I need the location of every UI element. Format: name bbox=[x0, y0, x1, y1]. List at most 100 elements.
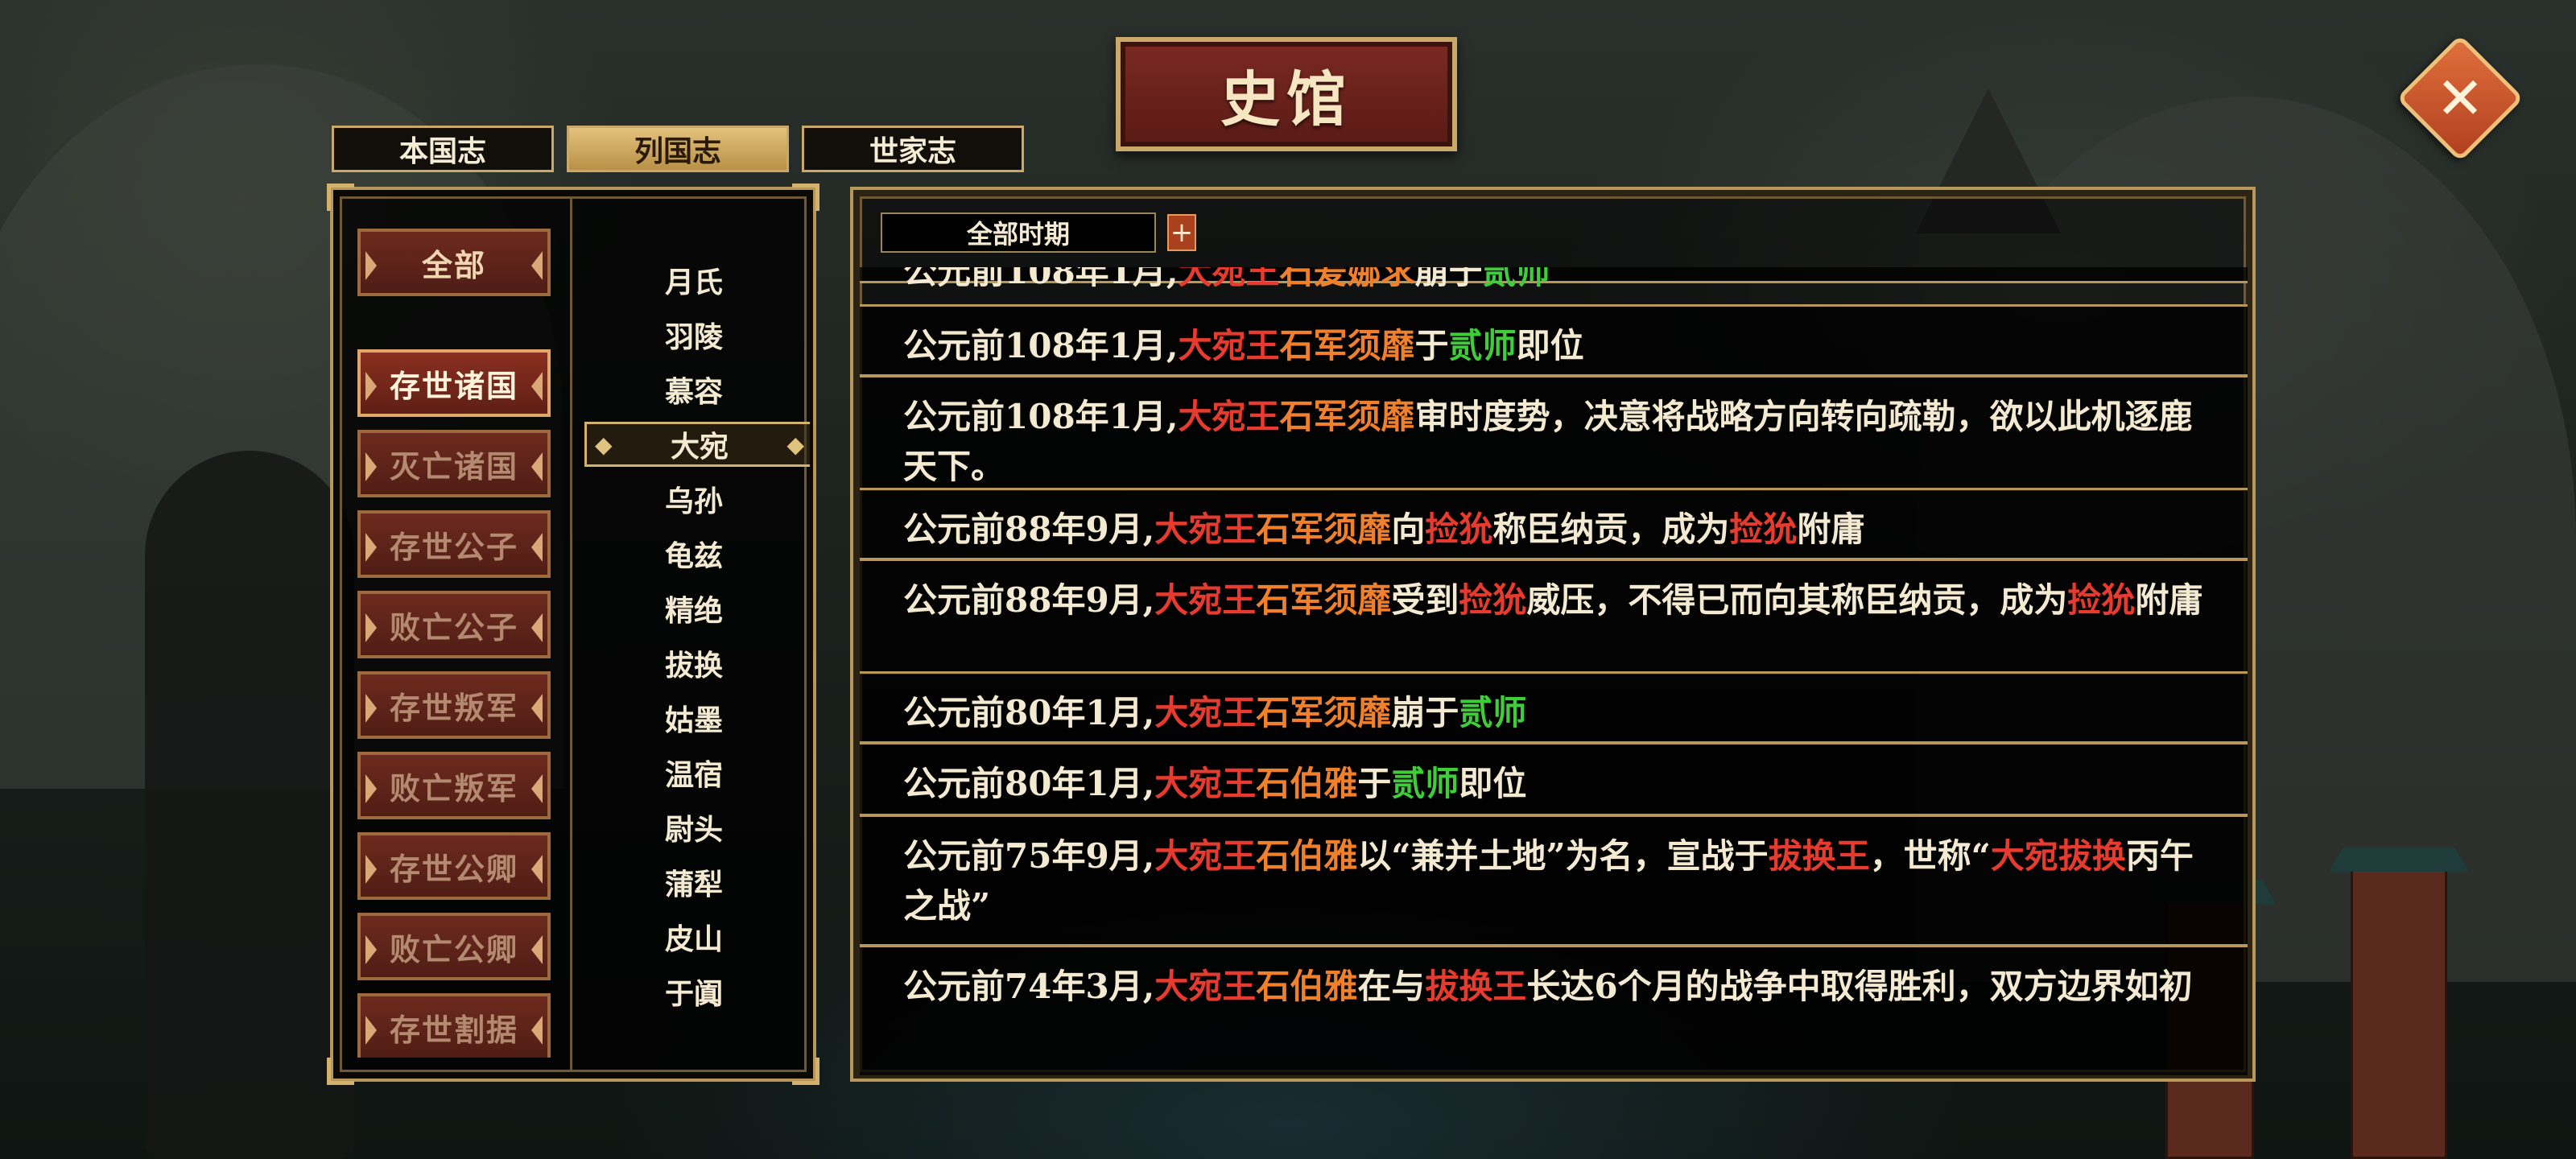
nation-item[interactable]: 拔换 bbox=[578, 639, 810, 687]
history-record: 公元前75年9月,大宛王石伯雅以“兼并土地”为名，宣战于拔换王，世称“大宛拔换丙… bbox=[860, 815, 2248, 947]
record-segment: 石爰娜求 bbox=[1279, 267, 1415, 291]
record-segment: 捡狁 bbox=[1729, 509, 1798, 549]
record-segment: 贰师 bbox=[1482, 267, 1550, 291]
record-segment: 向 bbox=[1391, 509, 1426, 549]
record-segment: 大宛王 bbox=[1154, 967, 1257, 1006]
record-segment: 石军须靡 bbox=[1279, 397, 1415, 436]
nation-item[interactable]: 皮山 bbox=[578, 913, 810, 961]
record-segment: 公元前80年1月, bbox=[903, 764, 1155, 803]
record-segment: 大宛王 bbox=[1154, 764, 1257, 803]
tab-bar: 本国志 列国志 世家志 bbox=[332, 126, 1024, 172]
record-segment: 捡狁 bbox=[1425, 509, 1493, 549]
category-button[interactable]: 存世公卿 bbox=[357, 832, 551, 900]
tab-home-nation[interactable]: 本国志 bbox=[332, 126, 554, 172]
nation-list[interactable]: 月氏 羽陵 慕容 大宛 乌孙 龟兹 精绝 拔换 姑墨 温宿 尉头 蒲犁 皮山 于… bbox=[578, 196, 810, 1077]
record-segment: 在与 bbox=[1357, 967, 1426, 1006]
record-segment: 于 bbox=[1357, 764, 1392, 803]
nation-item[interactable]: 月氏 bbox=[578, 256, 810, 304]
category-button[interactable]: 败亡公卿 bbox=[357, 913, 551, 980]
record-segment: 公元前108年1月, bbox=[903, 326, 1179, 365]
record-segment: 公元前74年3月, bbox=[903, 967, 1155, 1006]
tab-all-nations[interactable]: 列国志 bbox=[567, 126, 789, 172]
nation-item[interactable]: 龟兹 bbox=[578, 530, 810, 578]
history-records-panel: 全部时期 + 公元前108年1月,大宛王石爰娜求崩于贰师 公元前108年1月,大宛… bbox=[850, 187, 2256, 1082]
record-segment: 崩于 bbox=[1414, 267, 1483, 291]
history-record: 公元前80年1月,大宛王石伯雅于贰师即位 bbox=[860, 742, 2248, 816]
page-title: 史馆 bbox=[1116, 37, 1457, 151]
period-filter: 全部时期 + bbox=[881, 212, 1196, 253]
nation-item[interactable]: 精绝 bbox=[578, 584, 810, 633]
record-segment: 附庸 bbox=[1797, 509, 1865, 549]
record-segment: 公元前108年1月, bbox=[903, 267, 1179, 291]
record-segment: 贰师 bbox=[1391, 764, 1459, 803]
record-segment: 拔换王 bbox=[1768, 836, 1870, 876]
record-segment: 石伯雅 bbox=[1256, 836, 1358, 876]
record-segment: 大宛拔换 bbox=[1990, 836, 2126, 876]
panel-divider bbox=[570, 196, 572, 1072]
period-select[interactable]: 全部时期 bbox=[881, 212, 1156, 253]
record-segment: 公元前88年9月, bbox=[903, 509, 1155, 549]
record-segment: 附庸 bbox=[2135, 580, 2203, 620]
record-segment: 石伯雅 bbox=[1256, 764, 1358, 803]
category-button[interactable]: 败亡叛军 bbox=[357, 752, 551, 819]
record-segment: 即位 bbox=[1459, 764, 1527, 803]
record-segment: 石军须靡 bbox=[1256, 580, 1392, 620]
record-segment: 石军须靡 bbox=[1279, 326, 1415, 365]
record-segment: 大宛王 bbox=[1154, 836, 1257, 876]
record-segment: 长达6个月的战争中取得胜利，双方边界如初 bbox=[1526, 967, 2193, 1006]
record-segment: 大宛王 bbox=[1178, 397, 1280, 436]
record-segment: 石军须靡 bbox=[1256, 693, 1392, 732]
category-button[interactable]: 存世割据 bbox=[357, 993, 551, 1058]
history-record: 公元前74年3月,大宛王石伯雅在与拔换王长达6个月的战争中取得胜利，双方边界如初 bbox=[860, 945, 2248, 1075]
record-segment: 石军须靡 bbox=[1256, 509, 1392, 549]
record-segment: 威压，不得已而向其称臣纳贡，成为 bbox=[1526, 580, 2068, 620]
record-segment: 拔换王 bbox=[1425, 967, 1527, 1006]
record-segment: 受到 bbox=[1391, 580, 1459, 620]
category-button[interactable]: 存世叛军 bbox=[357, 671, 551, 739]
record-segment: 公元前88年9月, bbox=[903, 580, 1155, 620]
record-segment: 公元前108年1月, bbox=[903, 397, 1179, 436]
nation-item[interactable]: 于阗 bbox=[578, 967, 810, 1016]
history-record: 公元前80年1月,大宛王石军须靡崩于贰师 bbox=[860, 671, 2248, 744]
record-segment: 即位 bbox=[1516, 326, 1584, 365]
category-button[interactable]: 败亡公子 bbox=[357, 591, 551, 658]
nation-item[interactable]: 尉头 bbox=[578, 803, 810, 852]
record-segment: 称臣纳贡，成为 bbox=[1492, 509, 1730, 549]
record-segment: 贰师 bbox=[1459, 693, 1527, 732]
page-title-text: 史馆 bbox=[1220, 64, 1352, 134]
records-list[interactable]: 公元前108年1月,大宛王石爰娜求崩于贰师 公元前108年1月,大宛王石军须靡于贰… bbox=[860, 267, 2248, 1075]
record-segment: ，世称“ bbox=[1869, 836, 1991, 876]
history-record: 公元前108年1月,大宛王石军须靡于贰师即位 bbox=[860, 304, 2248, 377]
record-segment: 捡狁 bbox=[2067, 580, 2136, 620]
record-segment: 大宛王 bbox=[1154, 580, 1257, 620]
silhouette-figure bbox=[145, 451, 354, 1159]
nation-item[interactable]: 姑墨 bbox=[578, 694, 810, 742]
history-record: 公元前108年1月,大宛王石爰娜求崩于贰师 bbox=[860, 267, 2248, 291]
close-icon: ✕ bbox=[2435, 64, 2485, 132]
record-segment: 大宛王 bbox=[1154, 509, 1257, 549]
record-segment: 大宛王 bbox=[1178, 326, 1280, 365]
category-button[interactable]: 存世诸国 bbox=[357, 349, 551, 417]
record-segment: 公元前75年9月, bbox=[903, 836, 1155, 876]
history-record: 公元前108年1月,大宛王石军须靡审时度势，决意将战略方向转向疏勒，欲以此机逐鹿… bbox=[860, 375, 2248, 491]
record-segment: 大宛王 bbox=[1178, 267, 1280, 291]
record-segment: 捡狁 bbox=[1459, 580, 1527, 620]
nation-item[interactable]: 慕容 bbox=[578, 365, 810, 414]
category-list[interactable]: 全部 存世诸国 灭亡诸国 存世公子 败亡公子 存世叛军 败亡叛军 存世公卿 败亡… bbox=[357, 229, 551, 1058]
filter-panel: 全部 存世诸国 灭亡诸国 存世公子 败亡公子 存世叛军 败亡叛军 存世公卿 败亡… bbox=[327, 184, 819, 1085]
nation-item[interactable]: 温宿 bbox=[578, 749, 810, 797]
record-segment: 石伯雅 bbox=[1256, 967, 1358, 1006]
category-all-button[interactable]: 全部 bbox=[357, 229, 551, 296]
record-segment: 崩于 bbox=[1391, 693, 1459, 732]
nation-item[interactable]: 乌孙 bbox=[578, 475, 810, 523]
tab-families[interactable]: 世家志 bbox=[802, 126, 1024, 172]
record-segment: 公元前80年1月, bbox=[903, 693, 1155, 732]
record-segment: 以“兼并土地”为名，宣战于 bbox=[1357, 836, 1769, 876]
category-button[interactable]: 灭亡诸国 bbox=[357, 430, 551, 497]
nation-item-selected[interactable]: 大宛 bbox=[584, 422, 810, 467]
nation-item[interactable]: 蒲犁 bbox=[578, 858, 810, 906]
nation-item[interactable]: 羽陵 bbox=[578, 311, 810, 359]
period-expand-button[interactable]: + bbox=[1167, 214, 1196, 251]
record-segment: 贰师 bbox=[1448, 326, 1517, 365]
category-button[interactable]: 存世公子 bbox=[357, 510, 551, 578]
